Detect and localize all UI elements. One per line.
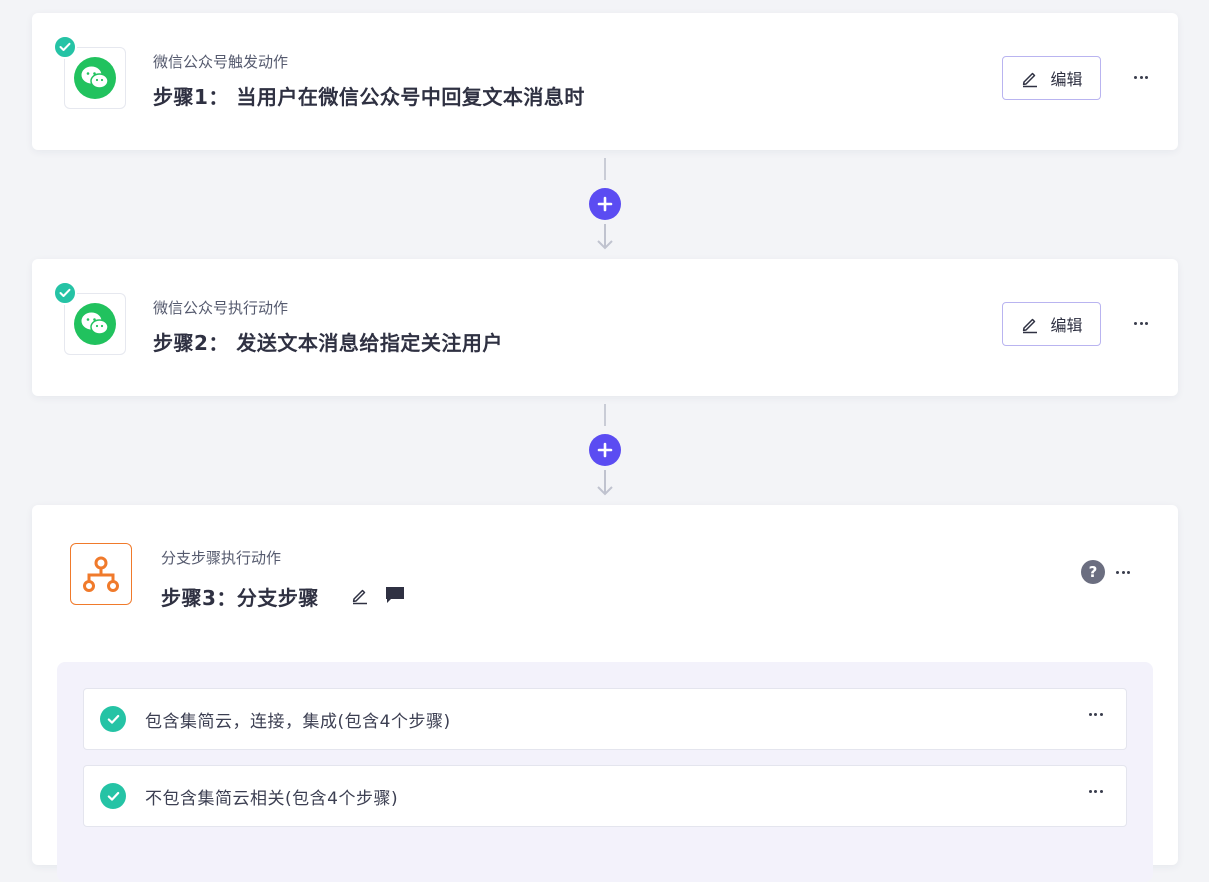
check-icon (100, 706, 126, 732)
more-icon[interactable] (1112, 565, 1134, 579)
arrow-down-icon (597, 224, 613, 250)
branch-list: 包含集简云，连接，集成(包含4个步骤) 不包含集简云相关(包含4个步骤) (57, 662, 1153, 882)
add-step-button[interactable] (589, 188, 621, 220)
edit-label: 编辑 (1050, 316, 1083, 335)
pencil-icon[interactable] (350, 585, 370, 605)
branch-icon (70, 543, 132, 605)
step-title: 步骤3：分支步骤 (161, 586, 319, 610)
step-subtitle: 分支步骤执行动作 (161, 549, 282, 567)
plus-icon (597, 196, 613, 212)
more-icon[interactable] (1130, 316, 1152, 330)
plus-icon (597, 442, 613, 458)
help-icon[interactable]: ? (1081, 560, 1105, 584)
wechat-icon (74, 303, 116, 345)
step-subtitle: 微信公众号触发动作 (153, 53, 289, 71)
edit-label: 编辑 (1050, 70, 1083, 89)
check-icon (100, 783, 126, 809)
branch-item[interactable]: 包含集简云，连接，集成(包含4个步骤) (83, 688, 1127, 750)
step-2-card[interactable]: 微信公众号执行动作 步骤2： 发送文本消息给指定关注用户 编辑 (32, 259, 1178, 396)
check-icon (53, 35, 77, 59)
branch-label: 不包含集简云相关(包含4个步骤) (145, 788, 399, 809)
step-connector (588, 158, 622, 252)
pencil-icon (1023, 72, 1038, 88)
comment-icon[interactable] (384, 585, 406, 605)
branch-label: 包含集简云，连接，集成(包含4个步骤) (145, 711, 451, 732)
add-step-button[interactable] (589, 434, 621, 466)
step-1-card[interactable]: 微信公众号触发动作 步骤1： 当用户在微信公众号中回复文本消息时 编辑 (32, 13, 1178, 150)
pencil-icon (1023, 318, 1038, 334)
arrow-down-icon (597, 470, 613, 496)
more-icon[interactable] (1130, 70, 1152, 84)
branch-item[interactable]: 不包含集简云相关(包含4个步骤) (83, 765, 1127, 827)
wechat-app-icon (64, 293, 126, 355)
title-tools (350, 585, 406, 605)
step-3-card[interactable]: 分支步骤执行动作 步骤3：分支步骤 ? 包含集简云，连接，集成(包含4个步骤) … (32, 505, 1178, 882)
edit-button[interactable]: 编辑 (1002, 56, 1101, 100)
step-connector (588, 404, 622, 498)
edit-button[interactable]: 编辑 (1002, 302, 1101, 346)
check-icon (53, 281, 77, 305)
step-title: 步骤2： 发送文本消息给指定关注用户 (153, 331, 503, 355)
more-icon[interactable] (1088, 713, 1104, 716)
step-subtitle: 微信公众号执行动作 (153, 299, 289, 317)
step-title: 步骤1： 当用户在微信公众号中回复文本消息时 (153, 85, 585, 109)
wechat-app-icon (64, 47, 126, 109)
more-icon[interactable] (1088, 790, 1104, 793)
wechat-icon (74, 57, 116, 99)
